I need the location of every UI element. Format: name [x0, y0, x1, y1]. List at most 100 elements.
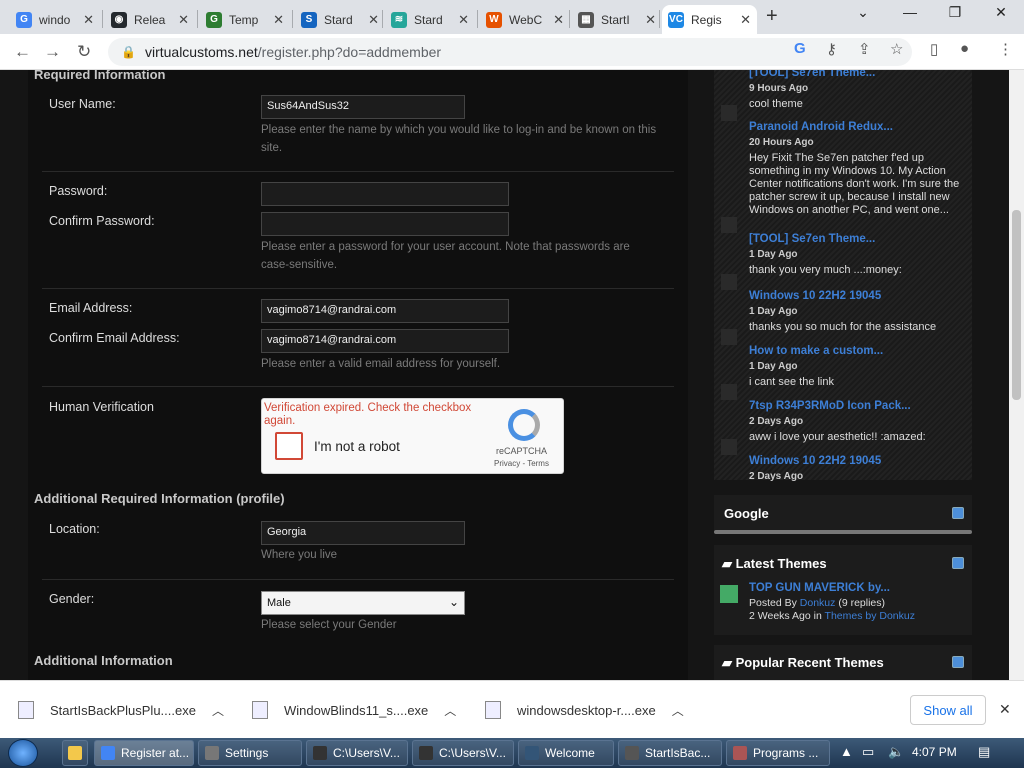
user-avatar[interactable] [721, 274, 737, 290]
show-all-button[interactable]: Show all [910, 695, 986, 725]
side-panel-icon[interactable]: ▯ [930, 40, 938, 58]
close-window-button[interactable]: ✕ [986, 4, 1016, 21]
user-avatar[interactable] [721, 217, 737, 233]
user-avatar[interactable] [721, 105, 737, 121]
tab-search-icon[interactable]: ⌄ [848, 4, 878, 21]
close-tab-icon[interactable]: ✕ [645, 12, 656, 28]
share-icon[interactable]: ⇪ [858, 40, 871, 58]
notifications-icon[interactable]: ▤ [978, 744, 990, 760]
close-tab-icon[interactable]: ✕ [83, 12, 94, 28]
user-avatar[interactable] [721, 439, 737, 455]
recaptcha-widget: Verification expired. Check the checkbox… [261, 398, 564, 474]
recaptcha-checkbox[interactable] [275, 432, 303, 460]
profile-avatar-icon[interactable]: ● [960, 40, 969, 57]
close-tab-icon[interactable]: ✕ [368, 12, 379, 28]
recaptcha-privacy-terms[interactable]: Privacy - Terms [494, 459, 549, 468]
explorer-taskbar-icon[interactable] [62, 740, 88, 766]
favicon-icon: W [486, 11, 502, 28]
forward-icon[interactable]: → [44, 42, 61, 62]
popular-themes-label: Popular Recent Themes [735, 655, 884, 670]
chevron-up-icon[interactable]: ︿ [672, 702, 684, 719]
tray-expand-icon[interactable]: ▲ [840, 744, 853, 759]
lock-icon[interactable]: 🔒 [121, 45, 136, 59]
taskbar-button[interactable]: Welcome [518, 740, 614, 766]
menu-icon[interactable]: ⋮ [998, 40, 1013, 58]
tab-1[interactable]: ◉ Relea ✕ [105, 5, 195, 34]
start-button[interactable] [8, 739, 38, 767]
latest-theme-time: 2 Weeks Ago in Themes by Donkuz [749, 610, 967, 623]
google-lens-icon[interactable]: G [794, 40, 806, 57]
tab-separator [102, 10, 103, 28]
key-icon[interactable]: ⚷ [826, 40, 837, 58]
gender-select[interactable]: Male ⌄ [261, 591, 465, 615]
file-icon [485, 701, 501, 719]
latest-themes-box: ▰ Latest Themes TOP GUN MAVERICK by... P… [714, 545, 972, 635]
taskbar-button[interactable]: C:\Users\V... [412, 740, 514, 766]
user-avatar[interactable] [721, 329, 737, 345]
new-tab-button[interactable]: + [766, 5, 778, 28]
maximize-button[interactable]: ❐ [940, 4, 970, 21]
collapse-icon[interactable] [952, 557, 964, 569]
page-scrollbar[interactable] [1009, 70, 1024, 680]
download-item[interactable]: WindowBlinds11_s....exe ︿ [252, 701, 456, 719]
taskbar-button[interactable]: Programs ... [726, 740, 830, 766]
feed-thread-link[interactable]: [TOOL] Se7en Theme... [749, 70, 967, 79]
taskbar-button[interactable]: Register at... [94, 740, 194, 766]
system-clock[interactable]: 4:07 PM [912, 745, 957, 759]
tab-3[interactable]: S Stard ✕ [295, 5, 385, 34]
latest-theme-title[interactable]: TOP GUN MAVERICK by... [749, 582, 969, 594]
theme-in: in [813, 610, 822, 622]
taskbar-button[interactable]: StartIsBac... [618, 740, 722, 766]
feed-thread-link[interactable]: How to make a custom... [749, 345, 967, 357]
theme-author-link[interactable]: Donkuz [800, 597, 836, 609]
confirm-email-input[interactable]: vagimo8714@randrai.com [261, 329, 509, 353]
password-input[interactable] [261, 182, 509, 206]
taskbar-button[interactable]: C:\Users\V... [306, 740, 408, 766]
tab-title: Relea [134, 12, 166, 27]
theme-location-link[interactable]: Themes by Donkuz [825, 610, 915, 622]
chevron-up-icon[interactable]: ︿ [444, 702, 456, 719]
confirm-password-input[interactable] [261, 212, 509, 236]
tab-2[interactable]: G Temp ✕ [200, 5, 290, 34]
collapse-icon[interactable] [952, 507, 964, 519]
tab-0[interactable]: Gwindo ✕ [10, 5, 100, 34]
bookmark-star-icon[interactable]: ☆ [890, 40, 903, 58]
user-avatar[interactable] [721, 384, 737, 400]
username-input[interactable]: Sus64AndSus32 [261, 95, 465, 119]
feed-thread-link[interactable]: Windows 10 22H2 19045 [749, 455, 967, 467]
tab-7[interactable]: VC Regis ✕ [662, 5, 757, 34]
feed-thread-link[interactable]: Windows 10 22H2 19045 [749, 290, 967, 302]
minimize-button[interactable]: — [895, 4, 925, 20]
close-downloads-icon[interactable]: ✕ [999, 701, 1011, 718]
back-icon[interactable]: ← [14, 42, 31, 62]
reload-icon[interactable]: ↻ [77, 42, 91, 62]
volume-icon[interactable]: 🔈 [888, 744, 904, 760]
feed-thread-link[interactable]: Paranoid Android Redux... [749, 121, 967, 133]
email-input[interactable]: vagimo8714@randrai.com [261, 299, 509, 323]
url-path: /register.php?do=addmember [257, 44, 442, 60]
taskbar-button[interactable]: Settings [198, 740, 302, 766]
location-input[interactable]: Georgia [261, 521, 465, 545]
tab-5[interactable]: W WebC ✕ [480, 5, 570, 34]
feed-thread-link[interactable]: 7tsp R34P3RMoD Icon Pack... [749, 400, 967, 412]
download-item[interactable]: windowsdesktop-r....exe ︿ [485, 701, 684, 719]
download-item[interactable]: StartIsBackPlusPlu....exe ︿ [18, 701, 224, 719]
close-tab-icon[interactable]: ✕ [273, 12, 284, 28]
theme-thumbnail[interactable] [720, 585, 738, 603]
close-tab-icon[interactable]: ✕ [178, 12, 189, 28]
chevron-up-icon[interactable]: ︿ [212, 702, 224, 719]
close-tab-icon[interactable]: ✕ [553, 12, 564, 28]
feed-item: Paranoid Android Redux... 20 Hours Ago Hey… [749, 121, 967, 217]
download-filename: WindowBlinds11_s....exe [284, 702, 429, 718]
scrollbar-thumb[interactable] [1012, 210, 1021, 400]
tab-6[interactable]: ▦ StartI ✕ [572, 5, 662, 34]
downloads-bar: StartIsBackPlusPlu....exe ︿ WindowBlinds1… [0, 680, 1024, 738]
collapse-icon[interactable] [952, 656, 964, 668]
feed-thread-link[interactable]: [TOOL] Se7en Theme... [749, 233, 967, 245]
tab-4[interactable]: ≋ Stard ✕ [385, 5, 475, 34]
latest-theme-meta: Posted By Donkuz (9 replies) [749, 597, 967, 610]
url-field[interactable]: 🔒 virtualcustoms.net/register.php?do=add… [108, 38, 912, 66]
network-icon[interactable]: ▭ [862, 744, 874, 760]
close-tab-icon[interactable]: ✕ [458, 12, 469, 28]
close-tab-icon[interactable]: ✕ [740, 12, 751, 28]
